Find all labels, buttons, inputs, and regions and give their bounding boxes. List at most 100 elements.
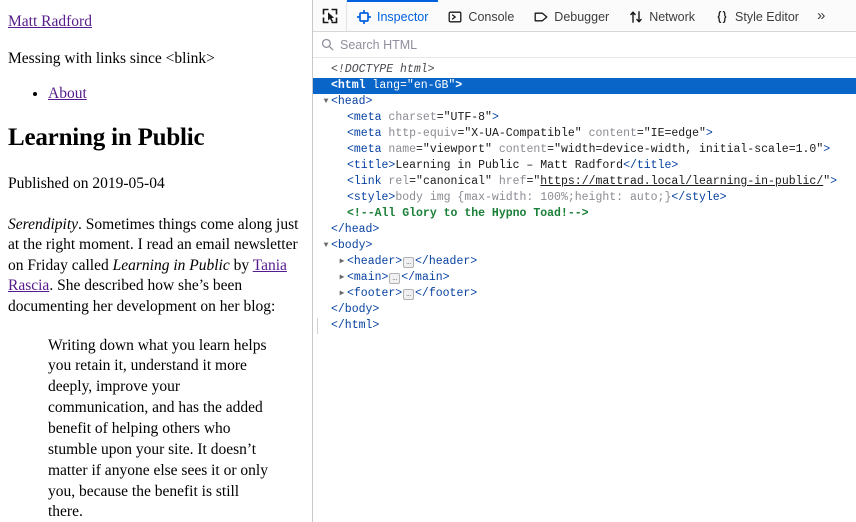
- markup-tagplain: </head>: [331, 223, 380, 236]
- markup-tag: <html: [331, 79, 373, 92]
- lede-text-3: . She described how she’s been documenti…: [8, 277, 276, 315]
- network-arrows-icon: [629, 10, 643, 24]
- tab-style-editor[interactable]: Style Editor: [705, 0, 809, 31]
- markup-tagplain: >: [705, 127, 713, 140]
- devtools-panel: Inspector Console Debugger Network Style…: [313, 0, 856, 522]
- markup-val: ="IE=edge": [636, 127, 706, 140]
- markup-val: ="canonical": [409, 175, 499, 188]
- markup-node-body-open[interactable]: <body>: [313, 238, 856, 254]
- list-item: About: [48, 84, 302, 104]
- tab-label: Network: [649, 9, 696, 24]
- markup-tagplain: <meta: [347, 127, 389, 140]
- markup-tagplain: <main>: [347, 271, 389, 284]
- markup-node-html-open[interactable]: <html lang ="en-GB" >: [313, 78, 856, 94]
- markup-node-link-canonical[interactable]: <link rel ="canonical" href =" https://matt…: [313, 174, 856, 190]
- markup-node-head-open[interactable]: <head>: [313, 94, 856, 110]
- devtools-toolbar: Inspector Console Debugger Network Style…: [313, 0, 856, 32]
- markup-val: ": [823, 175, 831, 188]
- tab-console[interactable]: Console: [438, 0, 524, 31]
- markup-tagplain: >: [830, 175, 838, 188]
- chevron-down-icon[interactable]: [321, 94, 331, 110]
- page-title: Learning in Public: [8, 123, 205, 151]
- markup-node-meta-charset[interactable]: <meta charset ="UTF-8" >: [313, 110, 856, 126]
- markup-tagplain: >: [491, 111, 499, 124]
- markup-tagplain: </html>: [331, 319, 380, 332]
- markup-tagplain: <link: [347, 175, 389, 188]
- markup-node-doctype[interactable]: <!DOCTYPE html>: [313, 62, 856, 78]
- markup-tagplain: <header>: [347, 255, 403, 268]
- markup-val: ="en-GB": [400, 79, 456, 92]
- site-tagline: Messing with links since <blink>: [8, 50, 215, 68]
- chevron-down-icon[interactable]: [321, 238, 331, 254]
- markup-node-main[interactable]: <main>…</main>: [313, 270, 856, 286]
- markup-attr: content: [498, 143, 548, 156]
- element-picker-icon: [322, 8, 338, 24]
- expand-children-ellipsis[interactable]: …: [389, 272, 401, 284]
- markup-attr: content: [588, 127, 637, 140]
- markup-val: ="width=device-width, initial-scale=1.0": [547, 143, 824, 156]
- inspector-target-icon: [357, 9, 371, 24]
- indent-guide: [317, 318, 318, 334]
- chevron-right-icon[interactable]: [337, 254, 347, 270]
- markup-node-meta-viewport[interactable]: <meta name ="viewport" content ="width=dev…: [313, 142, 856, 158]
- chevron-right-icon[interactable]: [337, 270, 347, 286]
- markup-tagplain: </style>: [671, 191, 727, 204]
- markup-tagplain: </body>: [331, 303, 380, 316]
- nav-link-about[interactable]: About: [48, 85, 87, 102]
- markup-text: Learning in Public – Matt Radford: [395, 159, 624, 172]
- console-prompt-icon: [448, 10, 462, 24]
- markup-node-html-close[interactable]: </html>: [313, 318, 856, 334]
- tab-network[interactable]: Network: [619, 0, 705, 31]
- markup-tagplain: <meta: [347, 143, 389, 156]
- tab-label: Style Editor: [735, 9, 799, 24]
- markup-tagplain: <style>: [347, 191, 396, 204]
- tab-label: Debugger: [554, 9, 610, 24]
- tab-inspector[interactable]: Inspector: [347, 0, 439, 31]
- markup-attr: href: [498, 175, 527, 188]
- markup-node-style[interactable]: <style> body img {max-width: 100%;height:…: [313, 190, 856, 206]
- markup-node-comment-hypnotoad[interactable]: <!--All Glory to the Hypno Toad!-->: [313, 206, 856, 222]
- markup-tagplain: </footer>: [415, 287, 478, 300]
- markup-val: =": [526, 175, 541, 188]
- post-lede-paragraph: Serendipity. Sometimes things come along…: [8, 215, 302, 318]
- lede-emphasis-serendipity: Serendipity: [8, 215, 79, 233]
- markup-tagplain: </title>: [623, 159, 679, 172]
- element-picker-button[interactable]: [313, 0, 347, 31]
- markup-attr: charset: [388, 111, 437, 124]
- post-published-date: Published on 2019-05-04: [8, 175, 165, 193]
- markup-node-head-close[interactable]: </head>: [313, 222, 856, 238]
- markup-val: ="X-UA-Compatible": [457, 127, 589, 140]
- markup-tagplain: >: [823, 143, 831, 156]
- site-title-link[interactable]: Matt Radford: [8, 12, 92, 31]
- markup-attr: http-equiv: [388, 127, 458, 140]
- markup-node-body-close[interactable]: </body>: [313, 302, 856, 318]
- markup-tree[interactable]: <!DOCTYPE html><html lang="en-GB"><head>…: [313, 58, 856, 522]
- chevron-right-icon[interactable]: [337, 286, 347, 302]
- markup-node-footer[interactable]: <footer>…</footer>: [313, 286, 856, 302]
- tab-overflow-button[interactable]: »: [809, 0, 833, 31]
- markup-tagplain: </header>: [415, 255, 478, 268]
- search-input[interactable]: [340, 37, 848, 52]
- lede-text-2: by: [229, 256, 253, 274]
- markup-tagplain: <head>: [331, 95, 373, 108]
- style-braces-icon: [715, 10, 729, 24]
- tab-label: Inspector: [377, 9, 429, 24]
- post-blockquote: Writing down what you learn helps you re…: [48, 336, 268, 521]
- markup-node-meta-http-equiv[interactable]: <meta http-equiv ="X-UA-Compatible" conte…: [313, 126, 856, 142]
- markup-attr: rel: [388, 175, 410, 188]
- markup-href: https://mattrad.local/learning-in-public…: [540, 175, 824, 188]
- markup-tagplain: <footer>: [347, 287, 403, 300]
- search-icon: [321, 38, 334, 51]
- markup-comment: <!--All Glory to the Hypno Toad!-->: [347, 207, 589, 220]
- expand-children-ellipsis[interactable]: …: [403, 288, 415, 300]
- site-nav-list: About: [8, 84, 302, 104]
- markup-node-header[interactable]: <header>…</header>: [313, 254, 856, 270]
- expand-children-ellipsis[interactable]: …: [403, 256, 415, 268]
- tab-debugger[interactable]: Debugger: [524, 0, 619, 31]
- lede-emphasis-newsletter: Learning in Public: [112, 256, 230, 274]
- markup-tagplain: <body>: [331, 239, 373, 252]
- markup-attr: body img {max-width: 100%;height: auto;}: [395, 191, 672, 204]
- page-viewport: Matt Radford Messing with links since <b…: [0, 0, 313, 522]
- tab-label: Console: [468, 9, 515, 24]
- markup-node-title[interactable]: <title> Learning in Public – Matt Radford…: [313, 158, 856, 174]
